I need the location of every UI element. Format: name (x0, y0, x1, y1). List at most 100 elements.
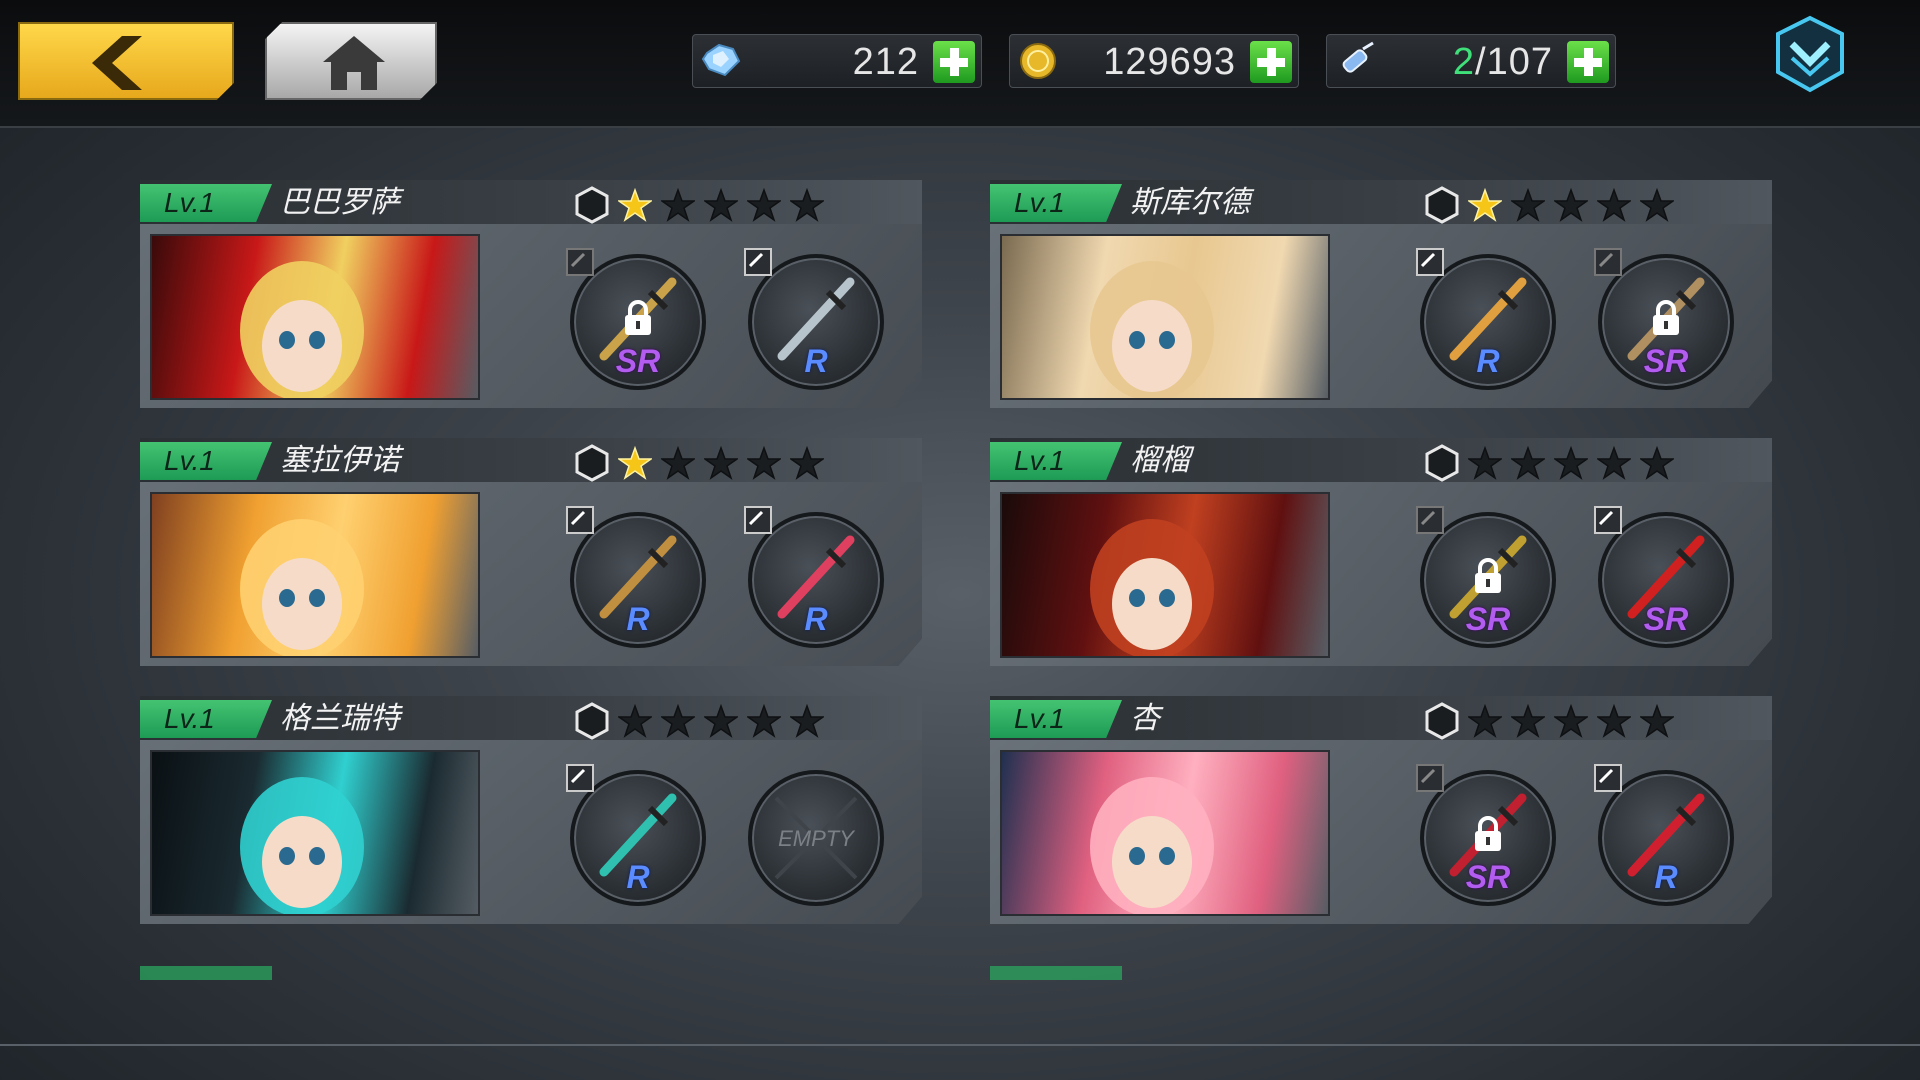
hexagon-icon (575, 444, 609, 482)
character-card[interactable]: Lv.1 格兰瑞特 R EMPTY (140, 696, 922, 924)
star-filled-icon (1466, 187, 1504, 222)
gems-value: 212 (852, 41, 919, 83)
rarity-badge: SR (1465, 859, 1511, 895)
divider (0, 1044, 1920, 1046)
character-art (240, 519, 364, 656)
rarity-badge: R (1476, 343, 1500, 379)
ticket-counter: 2/107 (1326, 34, 1616, 88)
hexagon-icon (1425, 186, 1459, 224)
ticket-total: /107 (1475, 41, 1553, 83)
rarity-badge: SR (615, 343, 661, 379)
star-rating (1466, 187, 1683, 222)
gold-counter: 129693 (1009, 34, 1299, 88)
star-empty-icon (659, 445, 697, 480)
star-filled-icon (616, 445, 654, 480)
character-card[interactable]: Lv.1 塞拉伊诺 R R (140, 438, 922, 666)
character-name: 斯库尔德 (1130, 186, 1250, 219)
character-card[interactable]: Lv.1 杏 SR R (990, 696, 1772, 924)
chevron-down-shield-icon[interactable] (1770, 14, 1850, 94)
character-portrait[interactable] (1000, 492, 1330, 658)
star-rating (616, 445, 833, 480)
star-empty-icon (745, 445, 783, 480)
lock-icon (1653, 300, 1679, 335)
add-gold-button[interactable] (1250, 41, 1292, 83)
character-card[interactable]: Lv.1 斯库尔德 R SR (990, 180, 1772, 408)
character-portrait[interactable] (150, 750, 480, 916)
level-badge: Lv.1 (990, 184, 1122, 222)
gems-counter: 212 (692, 34, 982, 88)
star-empty-icon (659, 187, 697, 222)
top-bar: 212 129693 2/107 (0, 0, 1920, 128)
weapon-slot[interactable]: R (1416, 248, 1556, 390)
weapon-slot[interactable]: R (566, 506, 706, 648)
rarity-badge: R (804, 601, 828, 637)
character-name: 巴巴罗萨 (280, 186, 400, 219)
weapon-slot[interactable]: SR (1416, 506, 1556, 648)
star-empty-icon (702, 703, 740, 738)
star-filled-icon (616, 187, 654, 222)
lock-icon (625, 300, 651, 335)
rarity-badge: R (626, 859, 650, 895)
weapon-slot[interactable]: SR (1416, 764, 1556, 906)
star-empty-icon (1552, 445, 1590, 480)
gold-value: 129693 (1103, 41, 1236, 83)
star-rating (1466, 703, 1683, 738)
rarity-badge: R (804, 343, 828, 379)
character-name: 塞拉伊诺 (280, 444, 400, 477)
hexagon-icon (1425, 702, 1459, 740)
star-empty-icon (788, 703, 826, 738)
character-portrait[interactable] (1000, 750, 1330, 916)
star-empty-icon (1595, 445, 1633, 480)
weapon-slot[interactable]: R (566, 764, 706, 906)
character-name: 格兰瑞特 (280, 702, 400, 735)
star-empty-icon (1509, 187, 1547, 222)
star-empty-icon (1595, 187, 1633, 222)
character-portrait[interactable] (150, 492, 480, 658)
diamond-icon (701, 43, 741, 77)
level-badge: Lv.1 (990, 442, 1122, 480)
ticket-value: 2/107 (1453, 41, 1553, 84)
star-empty-icon (1595, 703, 1633, 738)
star-empty-icon (702, 187, 740, 222)
character-portrait[interactable] (1000, 234, 1330, 400)
star-empty-icon (788, 445, 826, 480)
weapon-slot[interactable]: SR (1594, 248, 1734, 390)
back-button[interactable] (18, 22, 234, 100)
home-button[interactable] (265, 22, 437, 100)
lock-icon (1475, 558, 1501, 593)
hexagon-icon (1425, 444, 1459, 482)
coin-icon (1020, 43, 1056, 79)
next-card-peek-right (990, 958, 1772, 980)
character-art (1090, 777, 1214, 914)
star-empty-icon (1509, 703, 1547, 738)
level-badge: Lv.1 (990, 700, 1122, 738)
hexagon-icon (575, 702, 609, 740)
weapon-slot[interactable]: SR (1594, 506, 1734, 648)
weapon-slot[interactable]: R (744, 506, 884, 648)
star-empty-icon (1638, 445, 1676, 480)
star-empty-icon (788, 187, 826, 222)
weapon-slot-empty[interactable]: EMPTY (748, 770, 884, 906)
star-empty-icon (702, 445, 740, 480)
lock-icon (1475, 816, 1501, 851)
character-card[interactable]: Lv.1 榴榴 SR SR (990, 438, 1772, 666)
star-empty-icon (745, 187, 783, 222)
weapon-slot[interactable]: R (1594, 764, 1734, 906)
rarity-badge: R (626, 601, 650, 637)
chevron-left-icon (92, 36, 142, 90)
character-card[interactable]: Lv.1 巴巴罗萨 SR R (140, 180, 922, 408)
star-empty-icon (1638, 703, 1676, 738)
weapon-slot[interactable]: R (744, 248, 884, 390)
character-art (240, 777, 364, 914)
weapon-slot[interactable]: SR (566, 248, 706, 390)
star-rating (616, 703, 833, 738)
star-empty-icon (616, 703, 654, 738)
character-name: 杏 (1130, 702, 1160, 735)
character-art (1090, 519, 1214, 656)
rarity-badge: SR (1643, 601, 1689, 637)
add-gems-button[interactable] (933, 41, 975, 83)
character-art (240, 261, 364, 398)
character-portrait[interactable] (150, 234, 480, 400)
add-ticket-button[interactable] (1567, 41, 1609, 83)
star-rating (1466, 445, 1683, 480)
